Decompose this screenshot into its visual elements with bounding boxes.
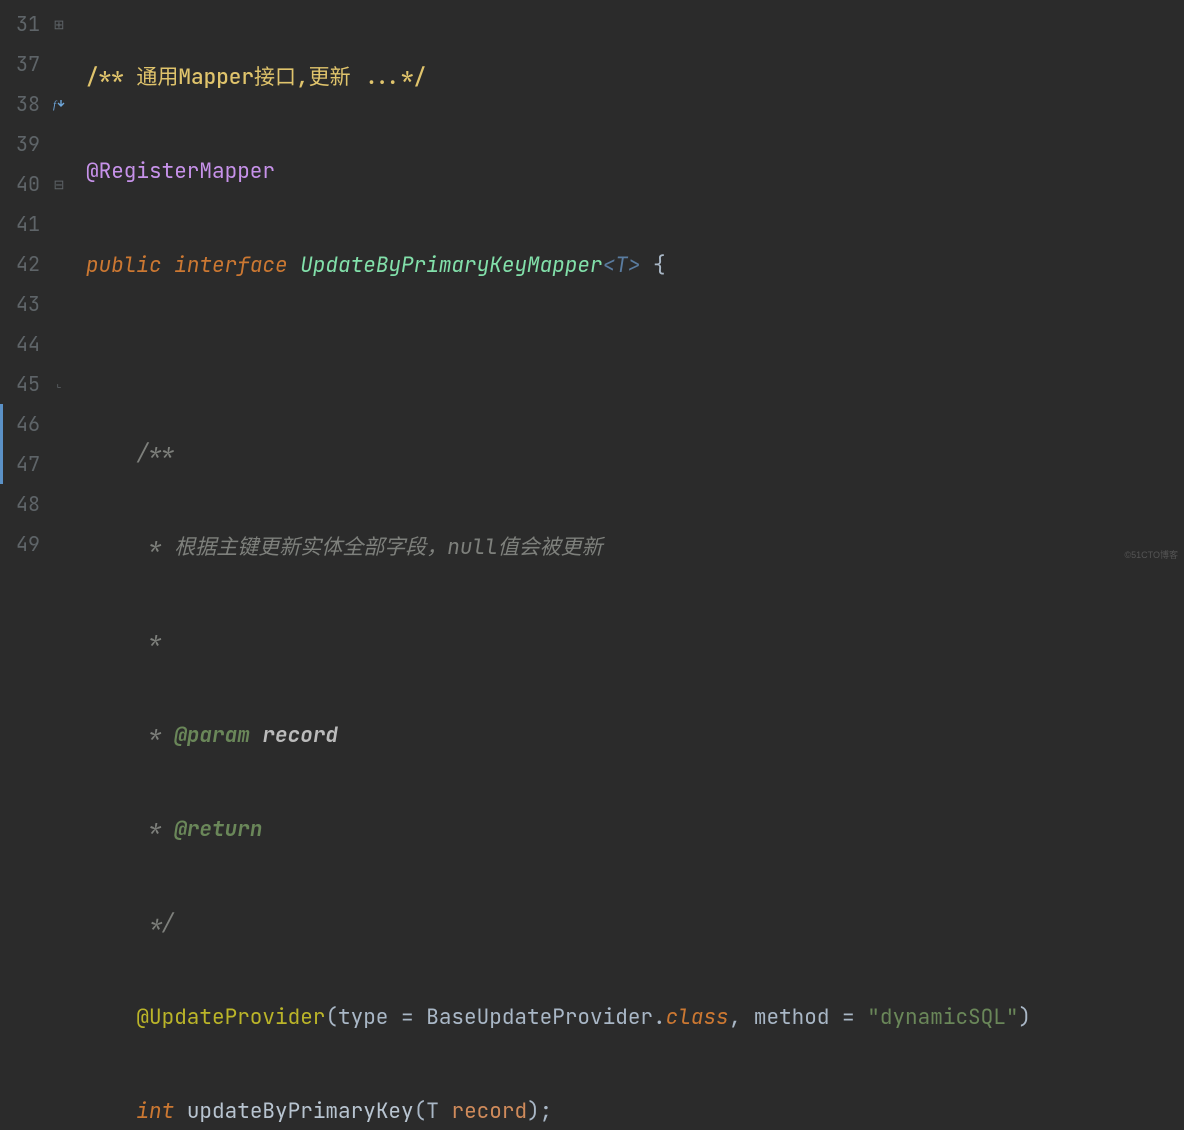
dot: . (653, 1004, 666, 1031)
gutter: 31 ⊞ 37 38 f 39 40 ⊟ 41 42 43 44 45 ⌞ 46 47… (0, 0, 78, 565)
doc-comment: * (136, 816, 174, 843)
code-editor[interactable]: 31 ⊞ 37 38 f 39 40 ⊟ 41 42 43 44 45 ⌞ 46 47… (0, 0, 1184, 565)
line-number: 48 (0, 491, 40, 517)
line-number: 38 (0, 91, 40, 117)
method-name: updateByPrimaryKey (187, 1098, 414, 1125)
doc-tag: @return (174, 816, 262, 843)
current-line-indicator (0, 404, 3, 444)
line-number: 31 (0, 11, 40, 37)
line-number: 39 (0, 131, 40, 157)
line-number: 47 (0, 451, 40, 477)
annotation: @RegisterMapper (86, 158, 275, 185)
doc-comment: 值会被更新 (498, 534, 603, 561)
space (174, 1098, 187, 1125)
paren: ( (414, 1098, 427, 1125)
doc-comment: /** 通用Mapper接口,更新 ...*/ (86, 64, 426, 91)
code-line[interactable]: * @param record (86, 716, 1184, 756)
doc-comment: */ (136, 910, 174, 937)
line-number: 42 (0, 251, 40, 277)
line-number: 43 (0, 291, 40, 317)
fold-close-icon[interactable]: ⌞ (56, 379, 61, 390)
doc-comment: * 根据主键更新实体全部字段， (136, 534, 447, 561)
code-line[interactable]: * (86, 622, 1184, 662)
code-line[interactable]: public interface UpdateByPrimaryKeyMappe… (86, 246, 1184, 286)
keyword: interface (174, 252, 287, 279)
current-line-indicator (0, 444, 3, 484)
param-name: record (451, 1098, 527, 1125)
doc-param: record (250, 722, 338, 749)
doc-tag: @param (174, 722, 250, 749)
space (439, 1098, 452, 1125)
watermark: ©51CTO博客 (1125, 548, 1178, 561)
paren: ) (1018, 1004, 1031, 1031)
type-name: UpdateByPrimaryKeyMapper (300, 252, 602, 279)
text: , method = (729, 1004, 868, 1031)
string-literal: "dynamicSQL" (867, 1004, 1018, 1031)
code-line[interactable]: @RegisterMapper (86, 152, 1184, 192)
type-ref: BaseUpdateProvider (426, 1004, 653, 1031)
text: (type = (325, 1004, 426, 1031)
line-number: 44 (0, 331, 40, 357)
line-number: 45 (0, 371, 40, 397)
keyword: public (86, 252, 162, 279)
line-number: 40 (0, 171, 40, 197)
doc-comment: /** (136, 440, 174, 467)
code-line[interactable] (86, 340, 1184, 380)
doc-null: null (447, 534, 497, 561)
code-line[interactable]: /** (86, 434, 1184, 474)
code-line[interactable]: * 根据主键更新实体全部字段，null值会被更新 (86, 528, 1184, 568)
keyword: int (136, 1098, 174, 1125)
code-line[interactable]: @UpdateProvider(type = BaseUpdateProvide… (86, 998, 1184, 1038)
line-number: 49 (0, 531, 40, 557)
line-number: 41 (0, 211, 40, 237)
svg-text:f: f (53, 99, 58, 111)
code-line[interactable]: * @return (86, 810, 1184, 850)
code-line[interactable]: /** 通用Mapper接口,更新 ...*/ (86, 58, 1184, 98)
annotation: @UpdateProvider (136, 1004, 325, 1031)
brace: { (640, 252, 665, 279)
code-content[interactable]: /** 通用Mapper接口,更新 ...*/ @RegisterMapper … (78, 0, 1184, 565)
line-number: 37 (0, 51, 40, 77)
code-line[interactable]: */ (86, 904, 1184, 944)
fold-collapsed-icon[interactable]: ⊞ (54, 18, 65, 31)
class-keyword: class (666, 1004, 729, 1031)
fold-open-icon[interactable]: ⊟ (54, 178, 65, 191)
line-number: 46 (0, 411, 40, 437)
doc-comment: * (136, 722, 174, 749)
doc-comment: * (136, 628, 161, 655)
type-param: T (426, 1098, 439, 1125)
code-line[interactable]: int updateByPrimaryKey(T record); (86, 1092, 1184, 1130)
generic-param: <T> (603, 252, 641, 279)
paren: ); (527, 1098, 552, 1125)
implements-icon[interactable]: f (51, 96, 67, 112)
